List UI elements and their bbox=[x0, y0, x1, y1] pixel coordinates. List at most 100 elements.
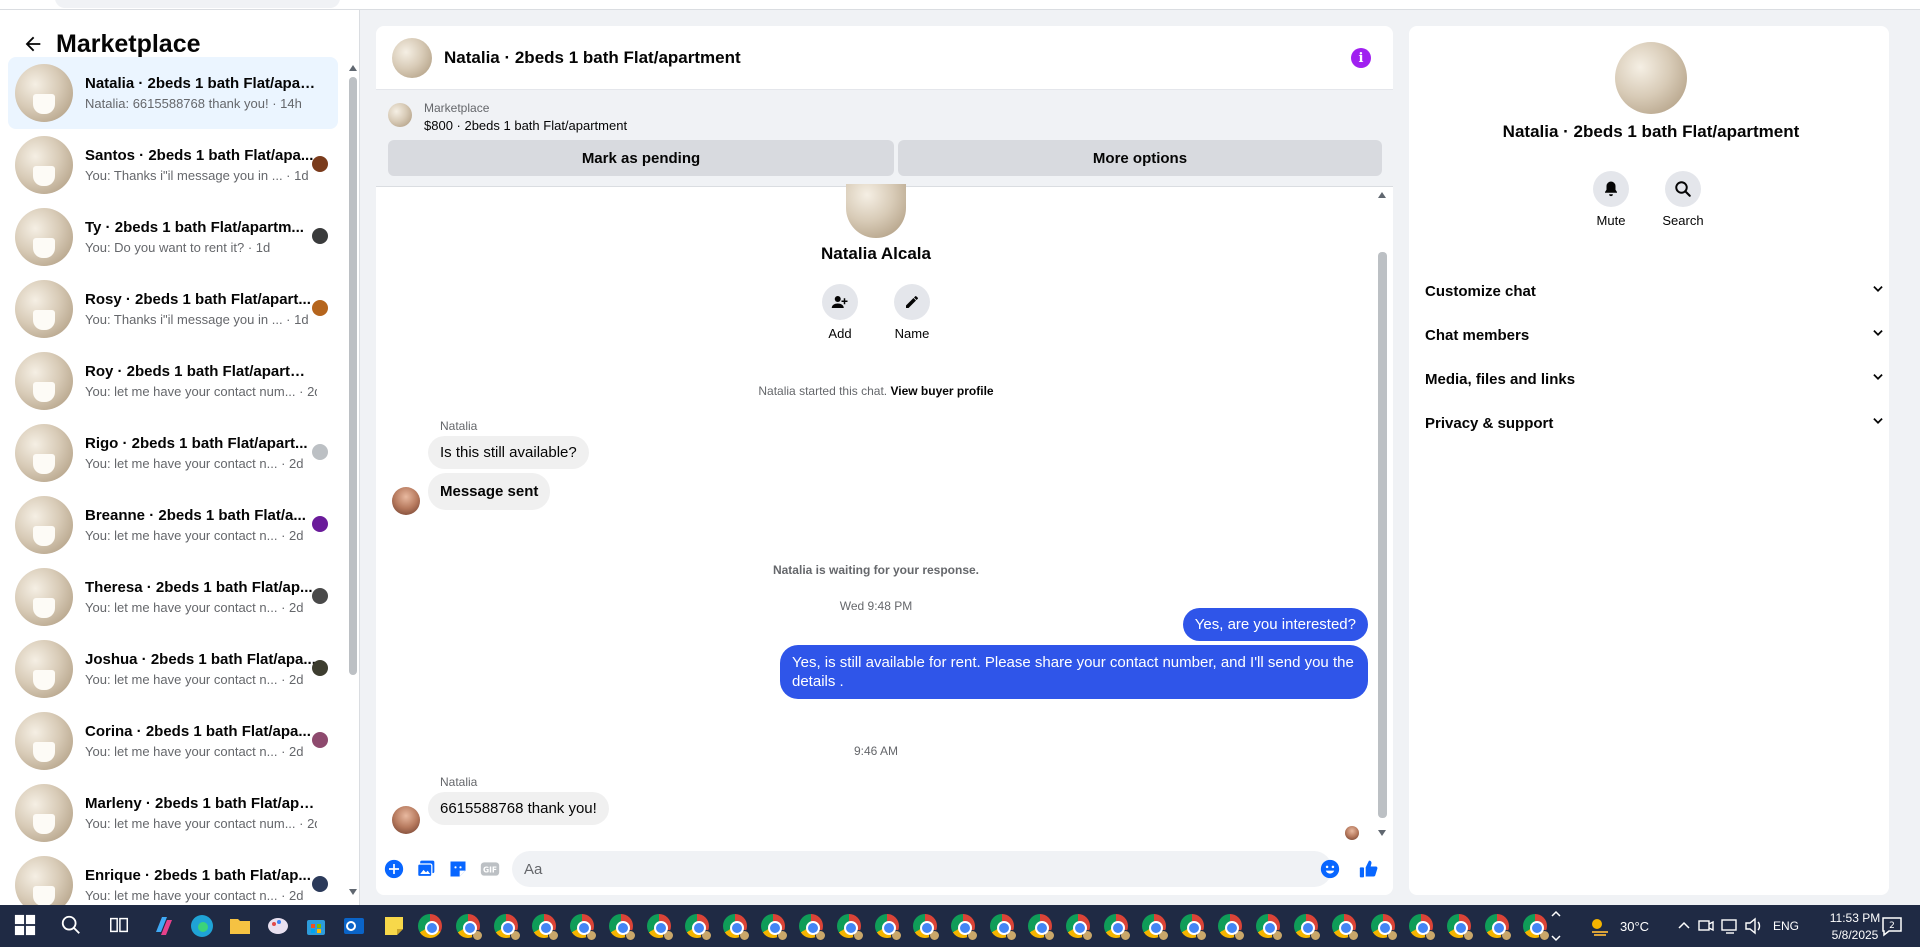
meet-icon[interactable] bbox=[1697, 914, 1721, 938]
back-arrow-icon[interactable] bbox=[18, 29, 48, 59]
conversation-item[interactable]: Ty · 2beds 1 bath Flat/apartm... You: Do … bbox=[8, 201, 338, 273]
chrome-icon[interactable] bbox=[1484, 914, 1512, 941]
sidebar-scrollbar[interactable] bbox=[349, 65, 357, 895]
chat-title[interactable]: Natalia · 2beds 1 bath Flat/apartment bbox=[444, 48, 741, 68]
scrollbar-thumb[interactable] bbox=[1378, 252, 1387, 818]
add-action[interactable]: Add bbox=[810, 284, 870, 341]
chrome-icon[interactable] bbox=[1256, 914, 1284, 941]
mute-action[interactable]: Mute bbox=[1581, 171, 1641, 228]
windows-start-icon[interactable] bbox=[14, 914, 38, 938]
info-icon[interactable]: i bbox=[1351, 48, 1371, 68]
more-options-button[interactable]: More options bbox=[898, 140, 1382, 176]
store-icon[interactable] bbox=[304, 914, 328, 938]
emoji-icon[interactable] bbox=[1320, 859, 1340, 879]
panel-section-privacy-support[interactable]: Privacy & support bbox=[1425, 408, 1885, 438]
chrome-icon[interactable] bbox=[1370, 914, 1398, 941]
chrome-icon[interactable] bbox=[837, 914, 865, 941]
copilot-icon[interactable] bbox=[152, 914, 176, 938]
volume-icon[interactable] bbox=[1744, 914, 1768, 938]
listing-thumbnail[interactable] bbox=[388, 103, 412, 127]
messages-scrollbar[interactable] bbox=[1378, 192, 1387, 836]
chrome-icon[interactable] bbox=[760, 914, 788, 941]
chrome-icon[interactable] bbox=[1218, 914, 1246, 941]
chevron-down-icon[interactable] bbox=[1871, 370, 1885, 388]
taskbar-overflow-arrows-icon[interactable] bbox=[1551, 908, 1561, 944]
conversation-item[interactable]: Rosy · 2beds 1 bath Flat/apart... You: Th… bbox=[8, 273, 338, 345]
conversation-item[interactable]: Rigo · 2beds 1 bath Flat/apart... You: le… bbox=[8, 417, 338, 489]
scroll-up-arrow-icon[interactable] bbox=[1378, 192, 1386, 198]
outgoing-message[interactable]: Yes, are you interested? bbox=[1182, 608, 1368, 641]
chevron-down-icon[interactable] bbox=[1871, 326, 1885, 344]
conversation-item[interactable]: Joshua · 2beds 1 bath Flat/apa... You: le… bbox=[8, 633, 338, 705]
incoming-message[interactable]: 6615588768 thank you! bbox=[428, 792, 609, 825]
file-explorer-icon[interactable] bbox=[228, 914, 252, 938]
bell-icon[interactable] bbox=[1593, 171, 1629, 207]
conversation-item[interactable]: Corina · 2beds 1 bath Flat/apa... You: le… bbox=[8, 705, 338, 777]
edge-icon[interactable] bbox=[190, 914, 214, 938]
chrome-icon[interactable] bbox=[989, 914, 1017, 941]
pencil-icon[interactable] bbox=[894, 284, 930, 320]
paint-icon[interactable] bbox=[266, 914, 290, 938]
outgoing-message[interactable]: Yes, is still available for rent. Please… bbox=[780, 645, 1368, 699]
sender-avatar[interactable] bbox=[392, 487, 420, 515]
chrome-icon[interactable] bbox=[799, 914, 826, 941]
search-action[interactable]: Search bbox=[1653, 171, 1713, 228]
scroll-down-arrow-icon[interactable] bbox=[1378, 830, 1386, 836]
chevron-down-icon[interactable] bbox=[1871, 282, 1885, 300]
photo-icon[interactable] bbox=[416, 859, 436, 879]
add-person-icon[interactable] bbox=[822, 284, 858, 320]
chrome-icon[interactable] bbox=[1522, 914, 1550, 941]
chrome-icon[interactable] bbox=[1446, 914, 1474, 941]
panel-listing-thumbnail[interactable] bbox=[1615, 42, 1687, 114]
chrome-icon[interactable] bbox=[951, 914, 979, 941]
language-indicator[interactable]: ENG bbox=[1773, 919, 1799, 933]
chrome-icon[interactable] bbox=[1065, 914, 1093, 941]
search-icon[interactable] bbox=[1665, 171, 1701, 207]
network-icon[interactable] bbox=[1720, 914, 1744, 938]
top-search-pill[interactable] bbox=[55, 0, 340, 8]
chrome-icon[interactable] bbox=[1103, 914, 1131, 941]
chrome-icon[interactable] bbox=[418, 914, 442, 938]
chrome-icon[interactable] bbox=[875, 914, 903, 941]
incoming-message[interactable]: Message sent bbox=[428, 473, 551, 510]
listing-price-title[interactable]: $800 · 2beds 1 bath Flat/apartment bbox=[424, 118, 627, 133]
conversation-item[interactable]: Theresa · 2beds 1 bath Flat/ap... You: le… bbox=[8, 561, 338, 633]
chrome-icon[interactable] bbox=[608, 914, 636, 941]
sender-avatar[interactable] bbox=[392, 806, 420, 834]
chrome-icon[interactable] bbox=[1408, 914, 1436, 941]
name-action[interactable]: Name bbox=[882, 284, 942, 341]
chrome-icon[interactable] bbox=[1332, 914, 1360, 941]
sticky-notes-icon[interactable] bbox=[382, 914, 406, 938]
chrome-icon[interactable] bbox=[722, 914, 750, 941]
chrome-icon[interactable] bbox=[684, 914, 712, 941]
chrome-icon[interactable] bbox=[646, 914, 674, 941]
weather-icon[interactable] bbox=[1588, 914, 1612, 938]
conversation-item[interactable]: Breanne · 2beds 1 bath Flat/a... You: let… bbox=[8, 489, 338, 561]
chrome-icon[interactable] bbox=[570, 914, 598, 941]
conversation-item[interactable]: Roy · 2beds 1 bath Flat/apartment You: le… bbox=[8, 345, 338, 417]
conversation-item[interactable]: Santos · 2beds 1 bath Flat/apa... You: Th… bbox=[8, 129, 338, 201]
conversation-item[interactable]: Marleny · 2beds 1 bath Flat/apar... You: … bbox=[8, 777, 338, 849]
plus-circle-icon[interactable] bbox=[384, 859, 404, 879]
outlook-icon[interactable] bbox=[342, 914, 366, 938]
conversation-item[interactable]: Natalia · 2beds 1 bath Flat/apart... Nata… bbox=[8, 57, 338, 129]
taskbar-search-icon[interactable] bbox=[60, 914, 84, 938]
view-buyer-profile-link[interactable]: View buyer profile bbox=[890, 384, 993, 398]
sticker-icon[interactable] bbox=[448, 859, 468, 879]
scroll-up-arrow-icon[interactable] bbox=[349, 65, 357, 71]
chrome-icon[interactable] bbox=[1027, 914, 1055, 941]
weather-temp[interactable]: 30°C bbox=[1620, 919, 1649, 934]
thumbs-up-icon[interactable] bbox=[1359, 859, 1379, 879]
chevron-down-icon[interactable] bbox=[1871, 414, 1885, 432]
mark-as-pending-button[interactable]: Mark as pending bbox=[388, 140, 894, 176]
chrome-icon[interactable] bbox=[913, 914, 941, 941]
panel-section-customize-chat[interactable]: Customize chat bbox=[1425, 276, 1885, 306]
chat-listing-thumbnail[interactable] bbox=[392, 37, 432, 78]
chrome-icon[interactable] bbox=[1141, 914, 1169, 941]
incoming-message[interactable]: Is this still available? bbox=[428, 436, 589, 469]
conversation-item[interactable]: Enrique · 2beds 1 bath Flat/ap... You: le… bbox=[8, 849, 338, 905]
message-input[interactable] bbox=[512, 851, 1332, 887]
notification-icon[interactable]: 2 bbox=[1880, 914, 1904, 938]
chrome-icon[interactable] bbox=[1180, 914, 1207, 941]
chrome-icon[interactable] bbox=[494, 914, 522, 941]
